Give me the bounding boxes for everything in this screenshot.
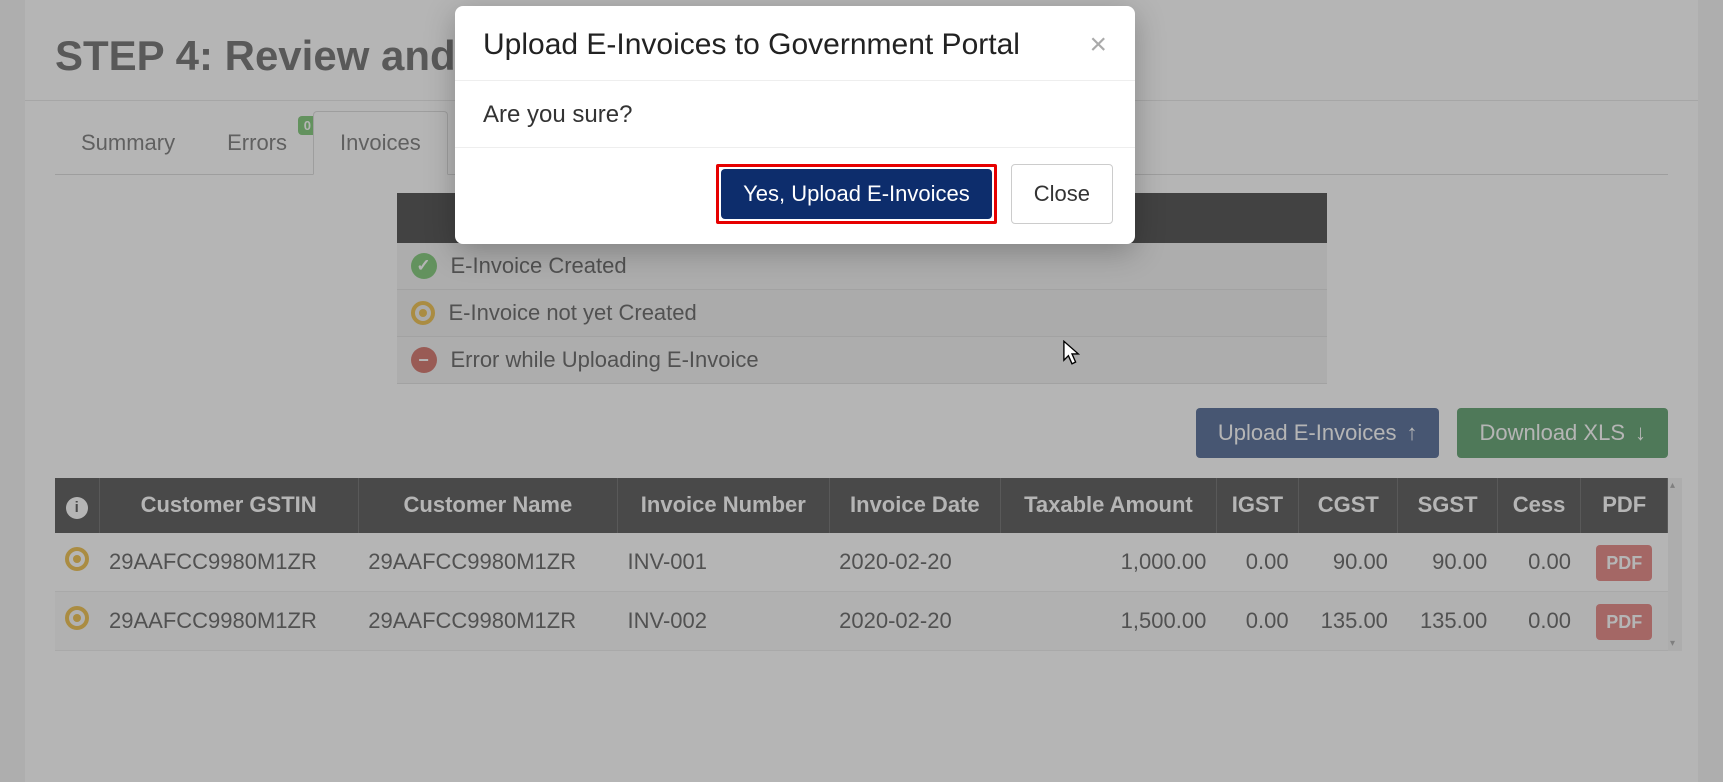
confirm-button-highlight: Yes, Upload E-Invoices: [716, 164, 997, 224]
modal-body-text: Are you sure?: [455, 81, 1135, 148]
modal-close-footer-button[interactable]: Close: [1011, 164, 1113, 224]
confirm-upload-button[interactable]: Yes, Upload E-Invoices: [721, 169, 992, 219]
modal-title: Upload E-Invoices to Government Portal: [483, 28, 1020, 62]
upload-confirm-modal: Upload E-Invoices to Government Portal ×…: [455, 6, 1135, 244]
modal-close-button[interactable]: ×: [1089, 30, 1107, 60]
